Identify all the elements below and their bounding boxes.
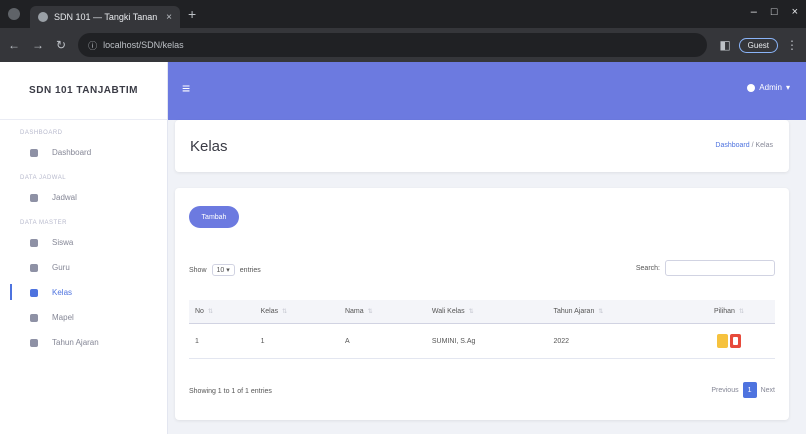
kelas-table: No ⇅ Kelas ⇅ Nama ⇅ Wali Kelas ⇅ Tahun Ajara…	[189, 300, 775, 359]
entries-label: entries	[239, 266, 261, 274]
cell-nama: A	[338, 323, 426, 359]
close-tab-icon[interactable]: ×	[166, 12, 172, 23]
minimize-button[interactable]: –	[751, 6, 757, 18]
sidepanel-icon[interactable]: ◧	[719, 38, 730, 52]
pagination-page-1[interactable]: 1	[742, 382, 757, 398]
sidebar-item-guru[interactable]: Guru	[0, 255, 167, 280]
browser-toolbar: ← → ↻ ⓘ localhost/SDN/kelas ◧ Guest ⋮	[0, 28, 806, 62]
breadcrumb-current: Kelas	[755, 142, 773, 149]
sidebar-item-label: Tahun Ajaran	[52, 338, 99, 347]
content-card: Tambah Show 10 ▾ entries Search: No ⇅ Kel…	[175, 188, 789, 420]
forward-icon[interactable]: →	[32, 38, 44, 52]
sidebar-item-mapel[interactable]: Mapel	[0, 305, 167, 330]
profile-button[interactable]: Guest	[738, 37, 778, 53]
edit-icon[interactable]	[716, 334, 728, 348]
calendar-icon	[30, 193, 38, 202]
col-header-pilihan[interactable]: Pilihan ⇅	[682, 300, 775, 324]
reload-icon[interactable]: ↻	[56, 38, 66, 52]
entries-value: 10	[216, 267, 225, 274]
sidebar: SDN 101 TANJABTIM DASHBOARD Dashboard DA…	[0, 62, 168, 434]
page-header: Kelas Dashboard / Kelas	[175, 120, 789, 172]
pagination-next[interactable]: Next	[761, 387, 775, 394]
sidebar-heading: DATA JADWAL	[20, 175, 67, 181]
add-button[interactable]: Tambah	[189, 206, 239, 228]
user-icon	[30, 263, 38, 272]
calendar-icon	[30, 338, 38, 347]
page-title: Kelas	[190, 138, 228, 155]
col-header-nama[interactable]: Nama ⇅	[338, 300, 426, 324]
browser-tab[interactable]: SDN 101 — Tangki Tanan ×	[30, 6, 180, 28]
book-icon	[30, 313, 38, 322]
cell-kelas: 1	[254, 323, 339, 359]
caret-down-icon: ▾	[785, 83, 790, 92]
col-header-kelas[interactable]: Kelas ⇅	[254, 300, 339, 324]
sidebar-item-label: Siswa	[52, 238, 74, 247]
tab-title: SDN 101 — Tangki Tanan	[54, 12, 158, 22]
cell-tahun: 2022	[547, 323, 683, 359]
gauge-icon	[30, 148, 38, 157]
back-icon[interactable]: ←	[8, 38, 20, 52]
user-dropdown[interactable]: Admin ▾	[747, 83, 790, 92]
menu-toggle-icon[interactable]: ≡	[182, 80, 190, 96]
show-label: Show	[189, 266, 207, 274]
entries-length: Show 10 ▾ entries	[189, 264, 261, 276]
favicon-icon	[38, 12, 48, 22]
browser-tabbar: SDN 101 — Tangki Tanan × + – □ ×	[0, 0, 806, 28]
browser-kebab-icon[interactable]: ⋮	[786, 38, 798, 52]
sidebar-item-tahun-ajaran[interactable]: Tahun Ajaran	[0, 330, 167, 355]
sidebar-item-label: Kelas	[52, 288, 73, 297]
address-text: localhost/SDN/kelas	[103, 40, 184, 50]
breadcrumb: Dashboard / Kelas	[715, 142, 773, 149]
sidebar-heading: DATA MASTER	[20, 220, 67, 226]
delete-icon[interactable]	[729, 334, 741, 348]
col-header-tahun[interactable]: Tahun Ajaran ⇅	[547, 300, 683, 324]
site-info-icon[interactable]: ⓘ	[88, 39, 97, 52]
breadcrumb-link[interactable]: Dashboard	[715, 142, 749, 149]
col-header-wali[interactable]: Wali Kelas ⇅	[425, 300, 548, 324]
topbar: ≡ Admin ▾	[168, 62, 806, 120]
window-controls: – □ ×	[751, 6, 798, 18]
table-search: Search:	[636, 260, 775, 276]
user-name: Admin	[759, 83, 782, 92]
entries-select[interactable]: 10 ▾	[211, 264, 235, 276]
new-tab-button[interactable]: +	[188, 6, 196, 22]
table-info: Showing 1 to 1 of 1 entries	[189, 388, 272, 395]
sidebar-item-label: Jadwal	[52, 193, 77, 202]
search-label: Search:	[635, 264, 660, 272]
table-row: 1 1 A SUMINI, S.Ag 2022	[189, 323, 775, 359]
close-window-button[interactable]: ×	[792, 6, 798, 18]
pagination: Previous 1 Next	[711, 382, 775, 398]
sidebar-item-label: Dashboard	[52, 148, 92, 157]
col-header-no[interactable]: No ⇅	[189, 300, 255, 324]
table-icon	[30, 288, 38, 297]
sidebar-item-label: Guru	[52, 263, 70, 272]
browser-menu-icon[interactable]	[8, 8, 20, 20]
sidebar-item-jadwal[interactable]: Jadwal	[0, 185, 167, 210]
maximize-button[interactable]: □	[771, 6, 778, 18]
sidebar-item-dashboard[interactable]: Dashboard	[0, 140, 167, 165]
user-icon	[30, 238, 38, 247]
sidebar-brand[interactable]: SDN 101 TANJABTIM	[0, 62, 167, 120]
pagination-previous[interactable]: Previous	[711, 387, 738, 394]
sidebar-item-kelas[interactable]: Kelas	[0, 280, 167, 305]
search-input[interactable]	[665, 260, 775, 276]
cell-no: 1	[189, 323, 255, 359]
cell-wali: SUMINI, S.Ag	[425, 323, 548, 359]
user-icon	[747, 83, 756, 92]
sidebar-heading: DASHBOARD	[20, 130, 63, 136]
sidebar-item-label: Mapel	[52, 313, 74, 322]
table-header-row: No ⇅ Kelas ⇅ Nama ⇅ Wali Kelas ⇅ Tahun Ajara…	[189, 300, 775, 324]
address-bar[interactable]: ⓘ localhost/SDN/kelas	[78, 33, 708, 57]
cell-actions	[682, 323, 775, 359]
sidebar-item-siswa[interactable]: Siswa	[0, 230, 167, 255]
